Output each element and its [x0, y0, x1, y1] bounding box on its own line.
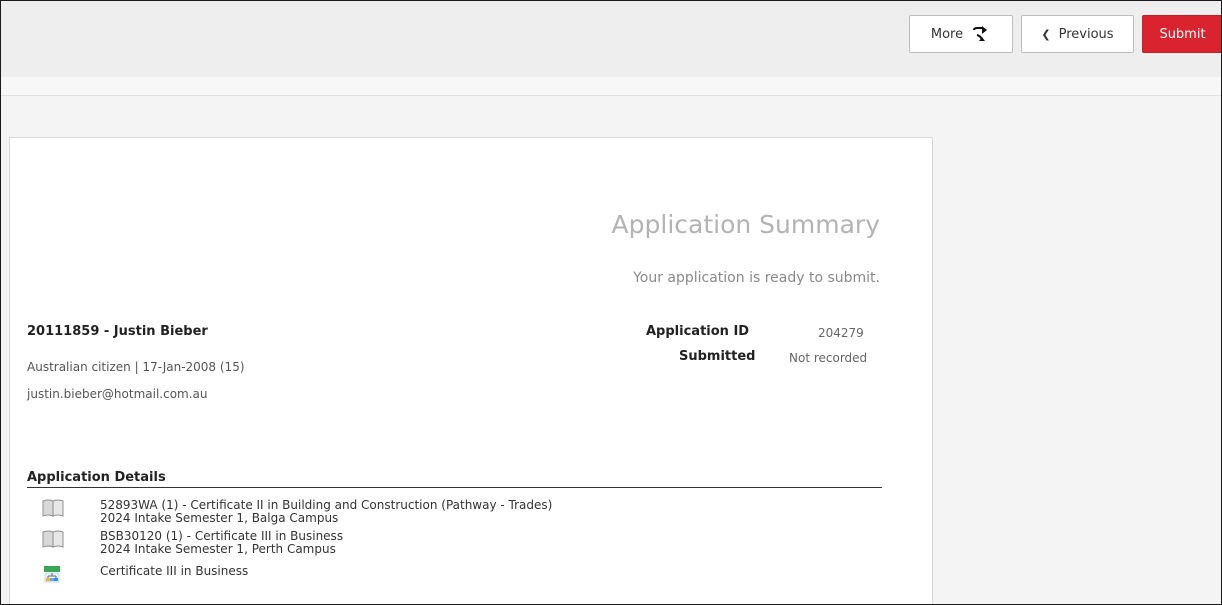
application-id-value: 204279: [818, 326, 864, 340]
application-summary-card: Application Summary Your application is …: [9, 137, 933, 604]
submitted-label: Submitted: [679, 349, 756, 364]
application-details-heading: Application Details: [27, 470, 166, 485]
application-window: More ❮ Previous Submit Application Summa…: [0, 0, 1222, 605]
detail-item: Certificate III in Business: [100, 565, 248, 578]
page-subtitle: Your application is ready to submit.: [633, 270, 880, 286]
previous-button-label: Previous: [1058, 26, 1114, 42]
applicant-name: 20111859 - Justin Bieber: [27, 324, 208, 339]
applicant-email: justin.bieber@hotmail.com.au: [27, 387, 208, 401]
book-icon: [42, 530, 64, 548]
submit-button[interactable]: Submit: [1142, 15, 1221, 53]
applicant-meta: Australian citizen | 17-Jan-2008 (15): [27, 360, 245, 374]
detail-item: 52893WA (1) - Certificate II in Building…: [100, 499, 552, 525]
submit-button-label: Submit: [1159, 26, 1206, 42]
previous-button[interactable]: ❮ Previous: [1021, 15, 1134, 53]
detail-item-line2: 2024 Intake Semester 1, Perth Campus: [100, 542, 336, 556]
detail-item: BSB30120 (1) - Certificate III in Busine…: [100, 530, 343, 556]
page-title: Application Summary: [611, 210, 880, 239]
structure-icon: [44, 566, 60, 583]
more-arrow-icon: [973, 26, 988, 41]
submitted-value: Not recorded: [789, 351, 868, 365]
detail-item-line1: Certificate III in Business: [100, 564, 249, 578]
application-id-label: Application ID: [646, 324, 750, 339]
top-toolbar: More ❮ Previous Submit: [1, 1, 1221, 77]
section-divider: [27, 487, 882, 488]
detail-item-line2: 2024 Intake Semester 1, Balga Campus: [100, 511, 339, 525]
more-button-label: More: [930, 26, 964, 42]
toolbar-separator: [1, 77, 1221, 96]
book-icon: [42, 499, 64, 517]
more-button[interactable]: More: [909, 15, 1013, 53]
chevron-left-icon: ❮: [1041, 27, 1051, 41]
